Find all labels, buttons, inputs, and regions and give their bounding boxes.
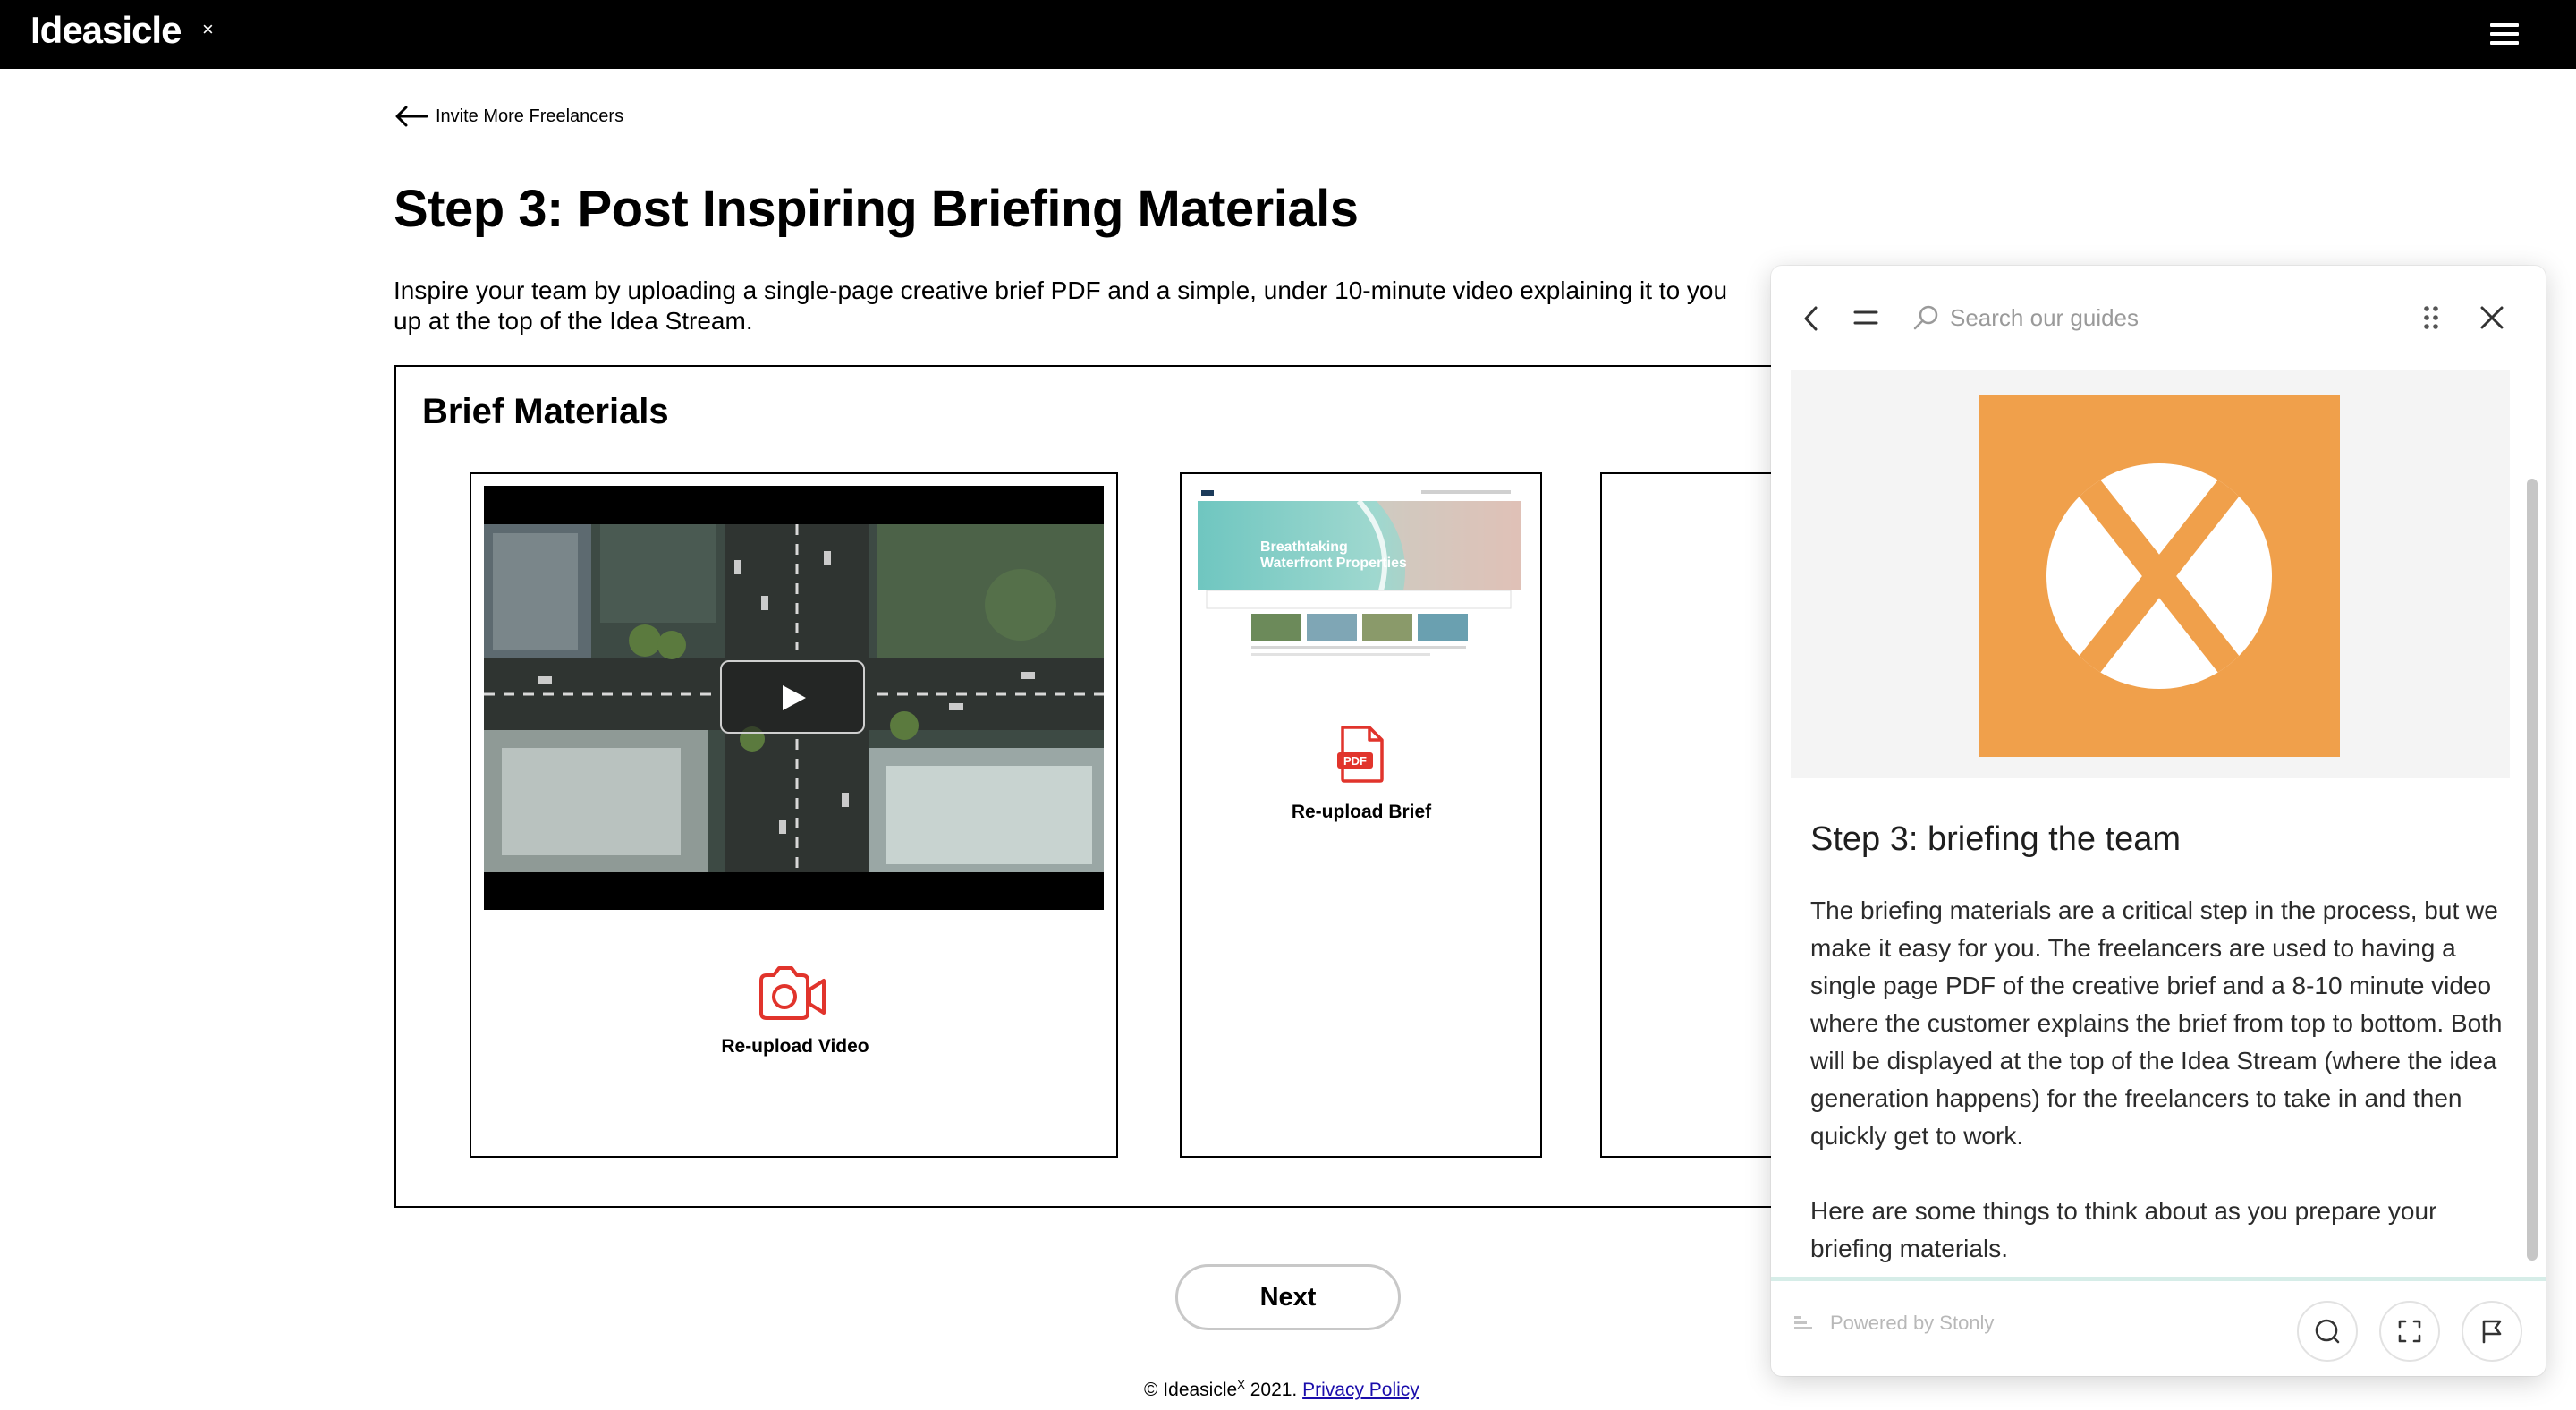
guide-panel: Step 3: briefing the team The briefing m… (1771, 266, 2546, 1376)
brief-materials-heading: Brief Materials (422, 392, 669, 431)
reupload-video-label[interactable]: Re-upload Video (661, 1036, 929, 1058)
guide-content: Step 3: briefing the team The briefing m… (1771, 370, 2546, 1275)
brief-card: Breathtaking Waterfront Properties PDF R… (1180, 472, 1542, 1158)
ideasicle-x-logo-image (1979, 395, 2340, 757)
brand-logo[interactable]: Ideasicle (30, 9, 182, 52)
play-button[interactable] (720, 660, 865, 734)
video-player[interactable] (484, 486, 1104, 910)
copyright-year: 2021. (1244, 1380, 1303, 1400)
brief-materials-panel: Brief Materials Re-upload Video Breathta… (394, 365, 1958, 1208)
guide-paragraph-1: The briefing materials are a critical st… (1810, 896, 2503, 1150)
copyright-footer: © IdeasicleX 2021. Privacy Policy (1144, 1378, 1419, 1401)
powered-by-label: Powered by Stonly (1830, 1312, 1995, 1334)
fullscreen-button[interactable] (2379, 1301, 2440, 1362)
pdf-badge: PDF (1343, 754, 1367, 768)
video-camera-icon[interactable] (758, 964, 827, 1022)
privacy-policy-link[interactable]: Privacy Policy (1302, 1380, 1419, 1400)
guide-paragraph-2: Here are some things to think about as y… (1810, 1197, 2437, 1262)
brief-preview-image: Breathtaking Waterfront Properties (1198, 487, 1521, 675)
video-card: Re-upload Video (470, 472, 1118, 1158)
brand-x-mark: × (202, 18, 214, 40)
intro-line-1: Inspire your team by uploading a single-… (394, 276, 1728, 304)
search-guides-button[interactable] (2297, 1301, 2358, 1362)
menu-lines-icon[interactable] (1853, 308, 1878, 327)
back-to-invite-link[interactable]: Invite More Freelancers (394, 105, 623, 128)
guide-scrollbar[interactable] (2527, 479, 2538, 1261)
back-chevron-icon[interactable] (1803, 306, 1818, 331)
guide-body-text: The briefing materials are a critical st… (1810, 892, 2517, 1275)
copyright-prefix: © Ideasicle (1144, 1380, 1238, 1400)
intro-text: Inspire your team by uploading a single-… (394, 276, 1771, 340)
hamburger-menu-icon[interactable] (2490, 23, 2519, 45)
drag-handle-icon[interactable] (2422, 305, 2440, 330)
next-button[interactable]: Next (1175, 1264, 1401, 1330)
guide-search-input[interactable] (1950, 302, 2451, 334)
flag-icon (2482, 1320, 2502, 1344)
chat-search-icon (2315, 1319, 2340, 1344)
guide-footer: Powered by Stonly (1771, 1281, 2546, 1376)
powered-by-stonly[interactable]: Powered by Stonly (1792, 1312, 1994, 1335)
top-bar: Ideasicle × (0, 0, 2576, 69)
preview-headline-2: Waterfront Properties (1260, 556, 1407, 571)
arrow-left-icon (395, 106, 428, 127)
reupload-brief-label[interactable]: Re-upload Brief (1227, 802, 1496, 823)
search-icon (1913, 305, 1938, 330)
guide-header (1771, 266, 2546, 369)
guide-image-area (1791, 370, 2510, 778)
pdf-file-icon[interactable]: PDF (1337, 724, 1387, 785)
close-icon[interactable] (2479, 305, 2504, 330)
play-icon (783, 685, 806, 710)
page-title: Step 3: Post Inspiring Briefing Material… (394, 180, 1359, 238)
preview-headline-1: Breathtaking (1260, 539, 1348, 555)
guide-step-title: Step 3: briefing the team (1810, 820, 2182, 858)
expand-icon (2398, 1320, 2421, 1343)
copyright-sup: X (1237, 1378, 1245, 1391)
stonly-logo-icon (1794, 1316, 1812, 1329)
intro-line-2: up at the top of the Idea Stream. (394, 307, 753, 335)
report-flag-button[interactable] (2462, 1301, 2522, 1362)
back-link-label: Invite More Freelancers (436, 106, 624, 126)
